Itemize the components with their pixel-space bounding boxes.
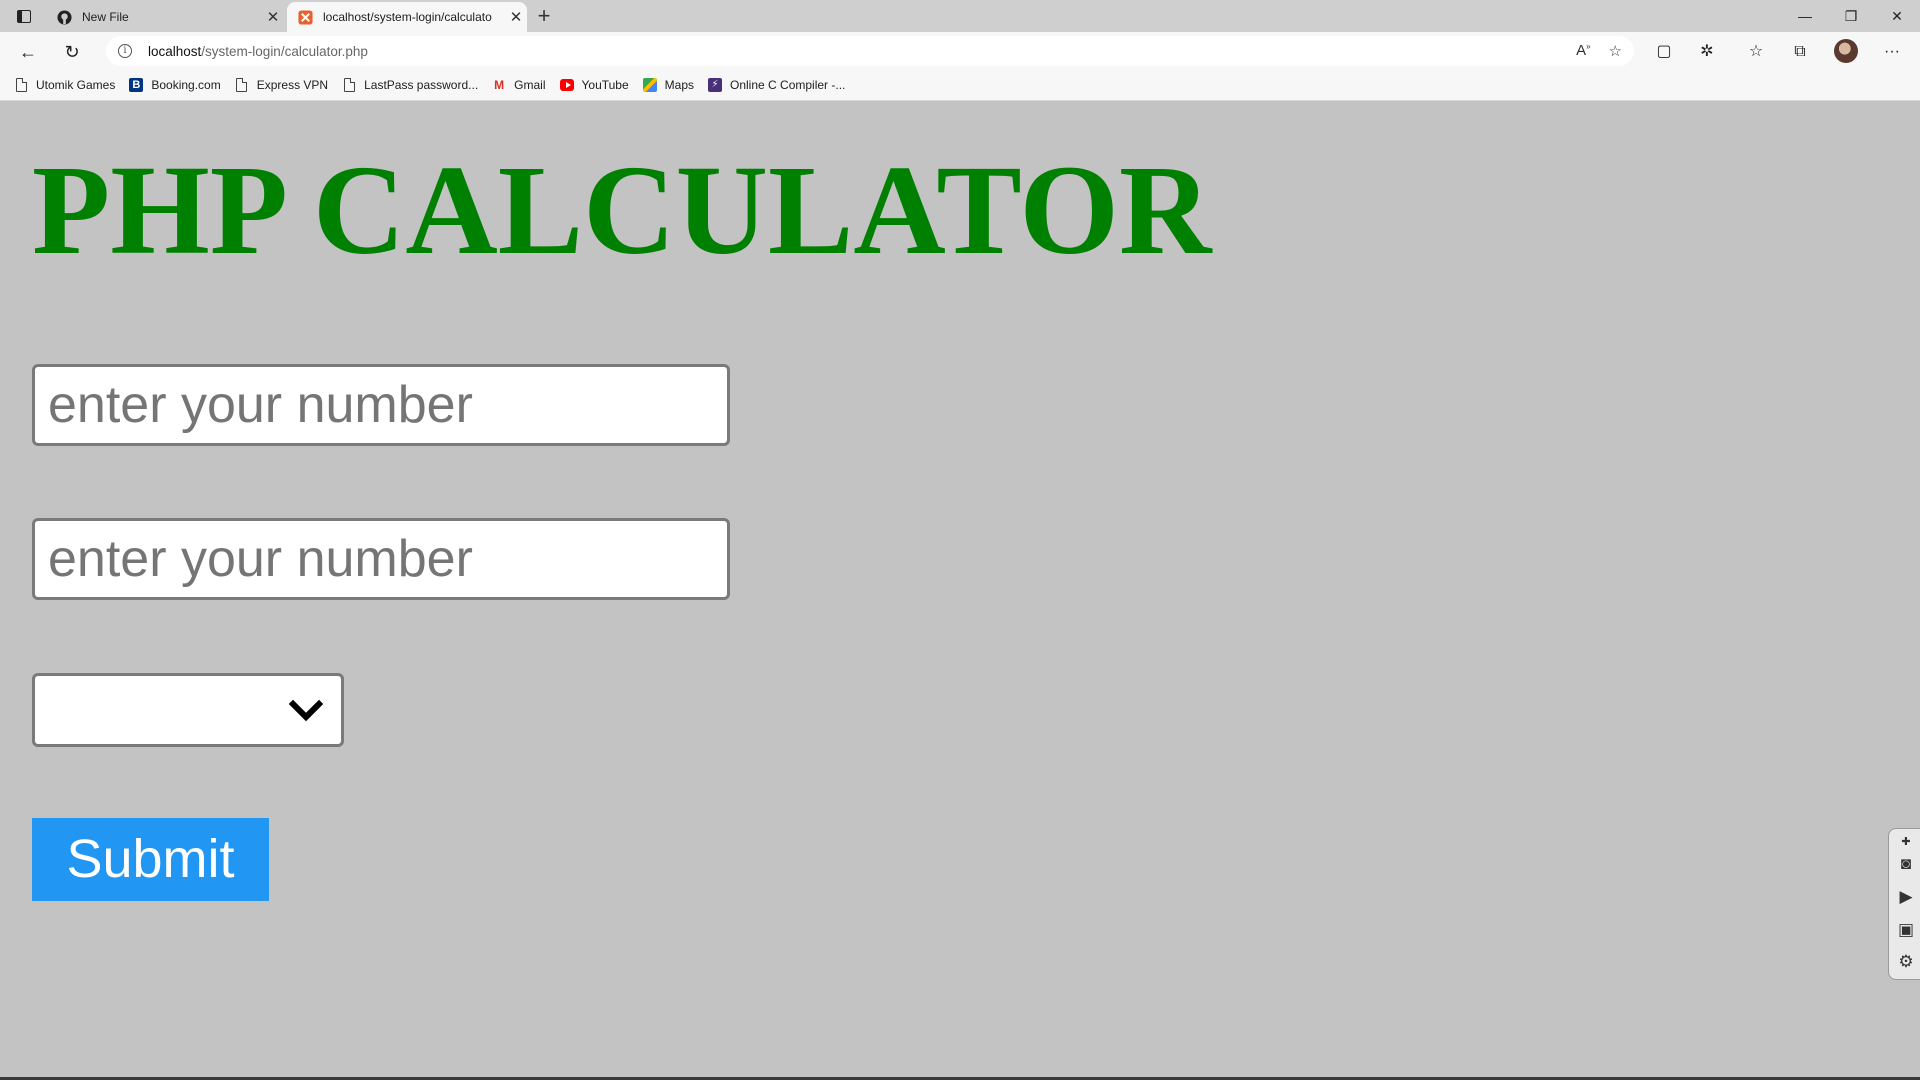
bookmark-label: Booking.com: [151, 78, 221, 92]
gmail-icon: M: [494, 78, 505, 92]
bookmark-label: Gmail: [514, 78, 546, 92]
address-bar[interactable]: i localhost/system-login/calculator.php …: [106, 36, 1634, 66]
bookmark-label: Maps: [664, 78, 694, 92]
pin-icon[interactable]: ✚: [1895, 831, 1917, 853]
profile-avatar[interactable]: [1834, 39, 1858, 63]
camera-icon[interactable]: ◙: [1895, 853, 1917, 875]
bookmark-gmail[interactable]: M Gmail: [492, 77, 545, 93]
page-icon: [342, 77, 356, 93]
site-info-icon[interactable]: i: [118, 44, 132, 58]
bookmark-maps[interactable]: Maps: [642, 77, 694, 93]
bookmark-label: Online C Compiler -...: [730, 78, 846, 92]
xampp-icon: [297, 9, 313, 25]
bookmark-youtube[interactable]: YouTube: [559, 77, 629, 93]
restore-icon[interactable]: ❐: [1828, 0, 1874, 32]
chevron-down-icon: [289, 699, 323, 722]
gear-icon[interactable]: ⚙: [1895, 951, 1917, 973]
page-icon: [235, 77, 249, 93]
page-title: PHP CALCULATOR: [32, 139, 1212, 281]
favorites-icon[interactable]: ☆: [1744, 40, 1768, 64]
app-available-icon[interactable]: ▢: [1652, 40, 1676, 64]
tab-bar: New File ✕ localhost/system-login/calcul…: [0, 0, 1920, 32]
extensions-icon[interactable]: ✲: [1695, 40, 1719, 64]
more-menu-icon[interactable]: ···: [1880, 40, 1904, 64]
page-content: PHP CALCULATOR Submit: [0, 102, 1920, 1080]
bookmark-lastpass[interactable]: LastPass password...: [342, 77, 478, 93]
bookmark-online-c-compiler[interactable]: ⚡ Online C Compiler -...: [708, 77, 845, 93]
back-arrow-icon[interactable]: ←: [16, 40, 40, 64]
new-tab-plus-icon[interactable]: +: [532, 2, 556, 30]
navigation-toolbar: ← ↻ i localhost/system-login/calculator.…: [0, 32, 1920, 70]
url-host: localhost: [148, 43, 202, 59]
video-camera-icon[interactable]: ▶: [1895, 886, 1917, 908]
read-aloud-icon[interactable]: A»: [1576, 42, 1590, 60]
minimize-icon[interactable]: —: [1782, 0, 1828, 32]
add-favorite-icon[interactable]: ☆: [1609, 42, 1622, 60]
operator-select[interactable]: [32, 673, 344, 747]
url-path: /system-login/calculator.php: [201, 43, 368, 59]
maps-icon: [642, 77, 657, 93]
capture-toolbar: ✚ ◙ ▶ ▣ ⚙: [1888, 828, 1920, 980]
tab-title: New File: [82, 10, 129, 24]
submit-button[interactable]: Submit: [32, 818, 269, 901]
youtube-icon: [559, 77, 574, 93]
bookmark-utomik-games[interactable]: Utomik Games: [14, 77, 115, 93]
tab-new-file[interactable]: New File ✕: [46, 2, 284, 32]
bookmark-express-vpn[interactable]: Express VPN: [235, 77, 328, 93]
booking-icon: B: [129, 77, 144, 93]
bookmarks-bar: Utomik Games B Booking.com Express VPN L…: [0, 70, 1920, 101]
compiler-icon: ⚡: [708, 77, 722, 93]
close-window-icon[interactable]: ✕: [1874, 0, 1920, 32]
first-number-input[interactable]: [32, 364, 730, 446]
bookmark-label: YouTube: [581, 78, 629, 92]
bookmark-label: Utomik Games: [36, 78, 116, 92]
page-icon: [14, 77, 28, 93]
refresh-icon[interactable]: ↻: [60, 40, 84, 64]
bookmark-booking[interactable]: B Booking.com: [129, 77, 221, 93]
gallery-icon[interactable]: ▣: [1895, 919, 1917, 941]
close-tab-icon[interactable]: ✕: [262, 8, 284, 26]
close-tab-icon[interactable]: ✕: [505, 8, 527, 26]
github-icon: [56, 9, 72, 25]
bookmark-label: Express VPN: [256, 78, 329, 92]
second-number-input[interactable]: [32, 518, 730, 600]
collections-icon[interactable]: ⧉: [1788, 40, 1812, 64]
tab-actions-icon[interactable]: [12, 7, 36, 25]
tab-calculator[interactable]: localhost/system-login/calculato ✕: [287, 2, 527, 32]
tab-title: localhost/system-login/calculato: [323, 10, 492, 24]
bookmark-label: LastPass password...: [364, 78, 479, 92]
url-text: localhost/system-login/calculator.php: [148, 44, 368, 59]
